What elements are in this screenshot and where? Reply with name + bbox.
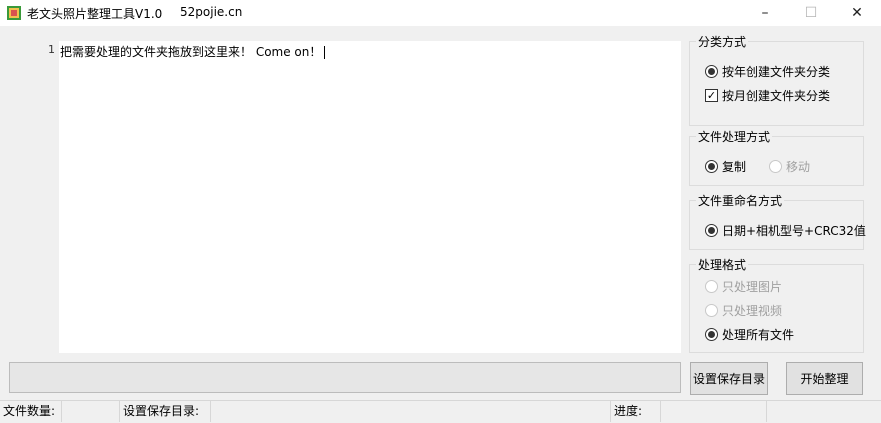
radio-checked-icon: [705, 224, 718, 237]
file-count-value: [62, 401, 120, 422]
radio-unchecked-icon: [769, 160, 782, 173]
file-handling-group-title: 文件处理方式: [696, 128, 773, 145]
line-number-gutter: 1: [10, 41, 59, 353]
by-month-label: 按月创建文件夹分类: [722, 89, 831, 103]
text-caret: [324, 46, 326, 59]
close-button[interactable]: ✕: [835, 0, 879, 26]
editor-line[interactable]: 把需要处理的文件夹拖放到这里来！ Come on！: [60, 43, 326, 60]
rename-group-title: 文件重命名方式: [696, 192, 785, 209]
save-dir-label: 设置保存目录:: [120, 401, 211, 422]
window-title: 老文头照片整理工具V1.0: [27, 7, 163, 21]
set-save-dir-button[interactable]: 设置保存目录: [690, 362, 768, 395]
by-month-checkbox[interactable]: ✓ 按月创建文件夹分类: [705, 87, 830, 104]
editor-text: 把需要处理的文件夹拖放到这里来！ Come on！: [60, 45, 322, 59]
copy-radio[interactable]: 复制: [705, 158, 746, 175]
radio-unchecked-icon: [705, 304, 718, 317]
date-model-crc-label: 日期+相机型号+CRC32值: [722, 224, 866, 238]
all-files-label: 处理所有文件: [722, 328, 795, 342]
format-group: 处理格式 只处理图片 只处理视频 处理所有文件: [689, 256, 864, 353]
drop-area-editor[interactable]: 1 把需要处理的文件夹拖放到这里来！ Come on！: [10, 41, 681, 353]
by-year-label: 按年创建文件夹分类: [722, 65, 831, 79]
maximize-button[interactable]: ☐: [789, 0, 833, 26]
maximize-icon: ☐: [804, 5, 818, 21]
window-site-label: 52pojie.cn: [180, 5, 243, 19]
date-model-crc-radio[interactable]: 日期+相机型号+CRC32值: [705, 222, 866, 239]
file-count-label: 文件数量:: [0, 401, 62, 422]
checkbox-checked-icon: ✓: [705, 89, 718, 102]
videos-only-radio[interactable]: 只处理视频: [705, 302, 782, 319]
radio-unchecked-icon: [705, 280, 718, 293]
app-icon: [7, 6, 21, 20]
minimize-icon: –: [761, 5, 769, 21]
progress-label: 进度:: [611, 401, 661, 422]
radio-checked-icon: [705, 65, 718, 78]
format-group-title: 处理格式: [696, 256, 749, 273]
by-year-radio[interactable]: 按年创建文件夹分类: [705, 63, 830, 80]
save-dir-value: [211, 401, 611, 422]
radio-checked-icon: [705, 328, 718, 341]
copy-label: 复制: [722, 160, 747, 174]
radio-checked-icon: [705, 160, 718, 173]
progress-bar: [9, 362, 681, 393]
status-bar: 文件数量: 设置保存目录: 进度:: [0, 400, 881, 423]
start-button[interactable]: 开始整理: [786, 362, 863, 395]
images-only-label: 只处理图片: [722, 280, 783, 294]
minimize-button[interactable]: –: [743, 0, 787, 26]
file-handling-group: 文件处理方式 复制 移动: [689, 128, 864, 186]
move-label: 移动: [786, 160, 811, 174]
close-icon: ✕: [851, 5, 863, 21]
line-number: 1: [48, 43, 55, 56]
title-bar: 老文头照片整理工具V1.0 52pojie.cn – ☐ ✕: [0, 0, 881, 26]
status-extra: [767, 401, 881, 422]
classify-group: 分类方式 按年创建文件夹分类 ✓ 按月创建文件夹分类: [689, 33, 864, 126]
rename-group: 文件重命名方式 日期+相机型号+CRC32值: [689, 192, 866, 250]
videos-only-label: 只处理视频: [722, 304, 783, 318]
progress-value: [661, 401, 767, 422]
classify-group-title: 分类方式: [696, 33, 749, 50]
all-files-radio[interactable]: 处理所有文件: [705, 326, 794, 343]
images-only-radio[interactable]: 只处理图片: [705, 278, 782, 295]
move-radio[interactable]: 移动: [769, 158, 810, 175]
